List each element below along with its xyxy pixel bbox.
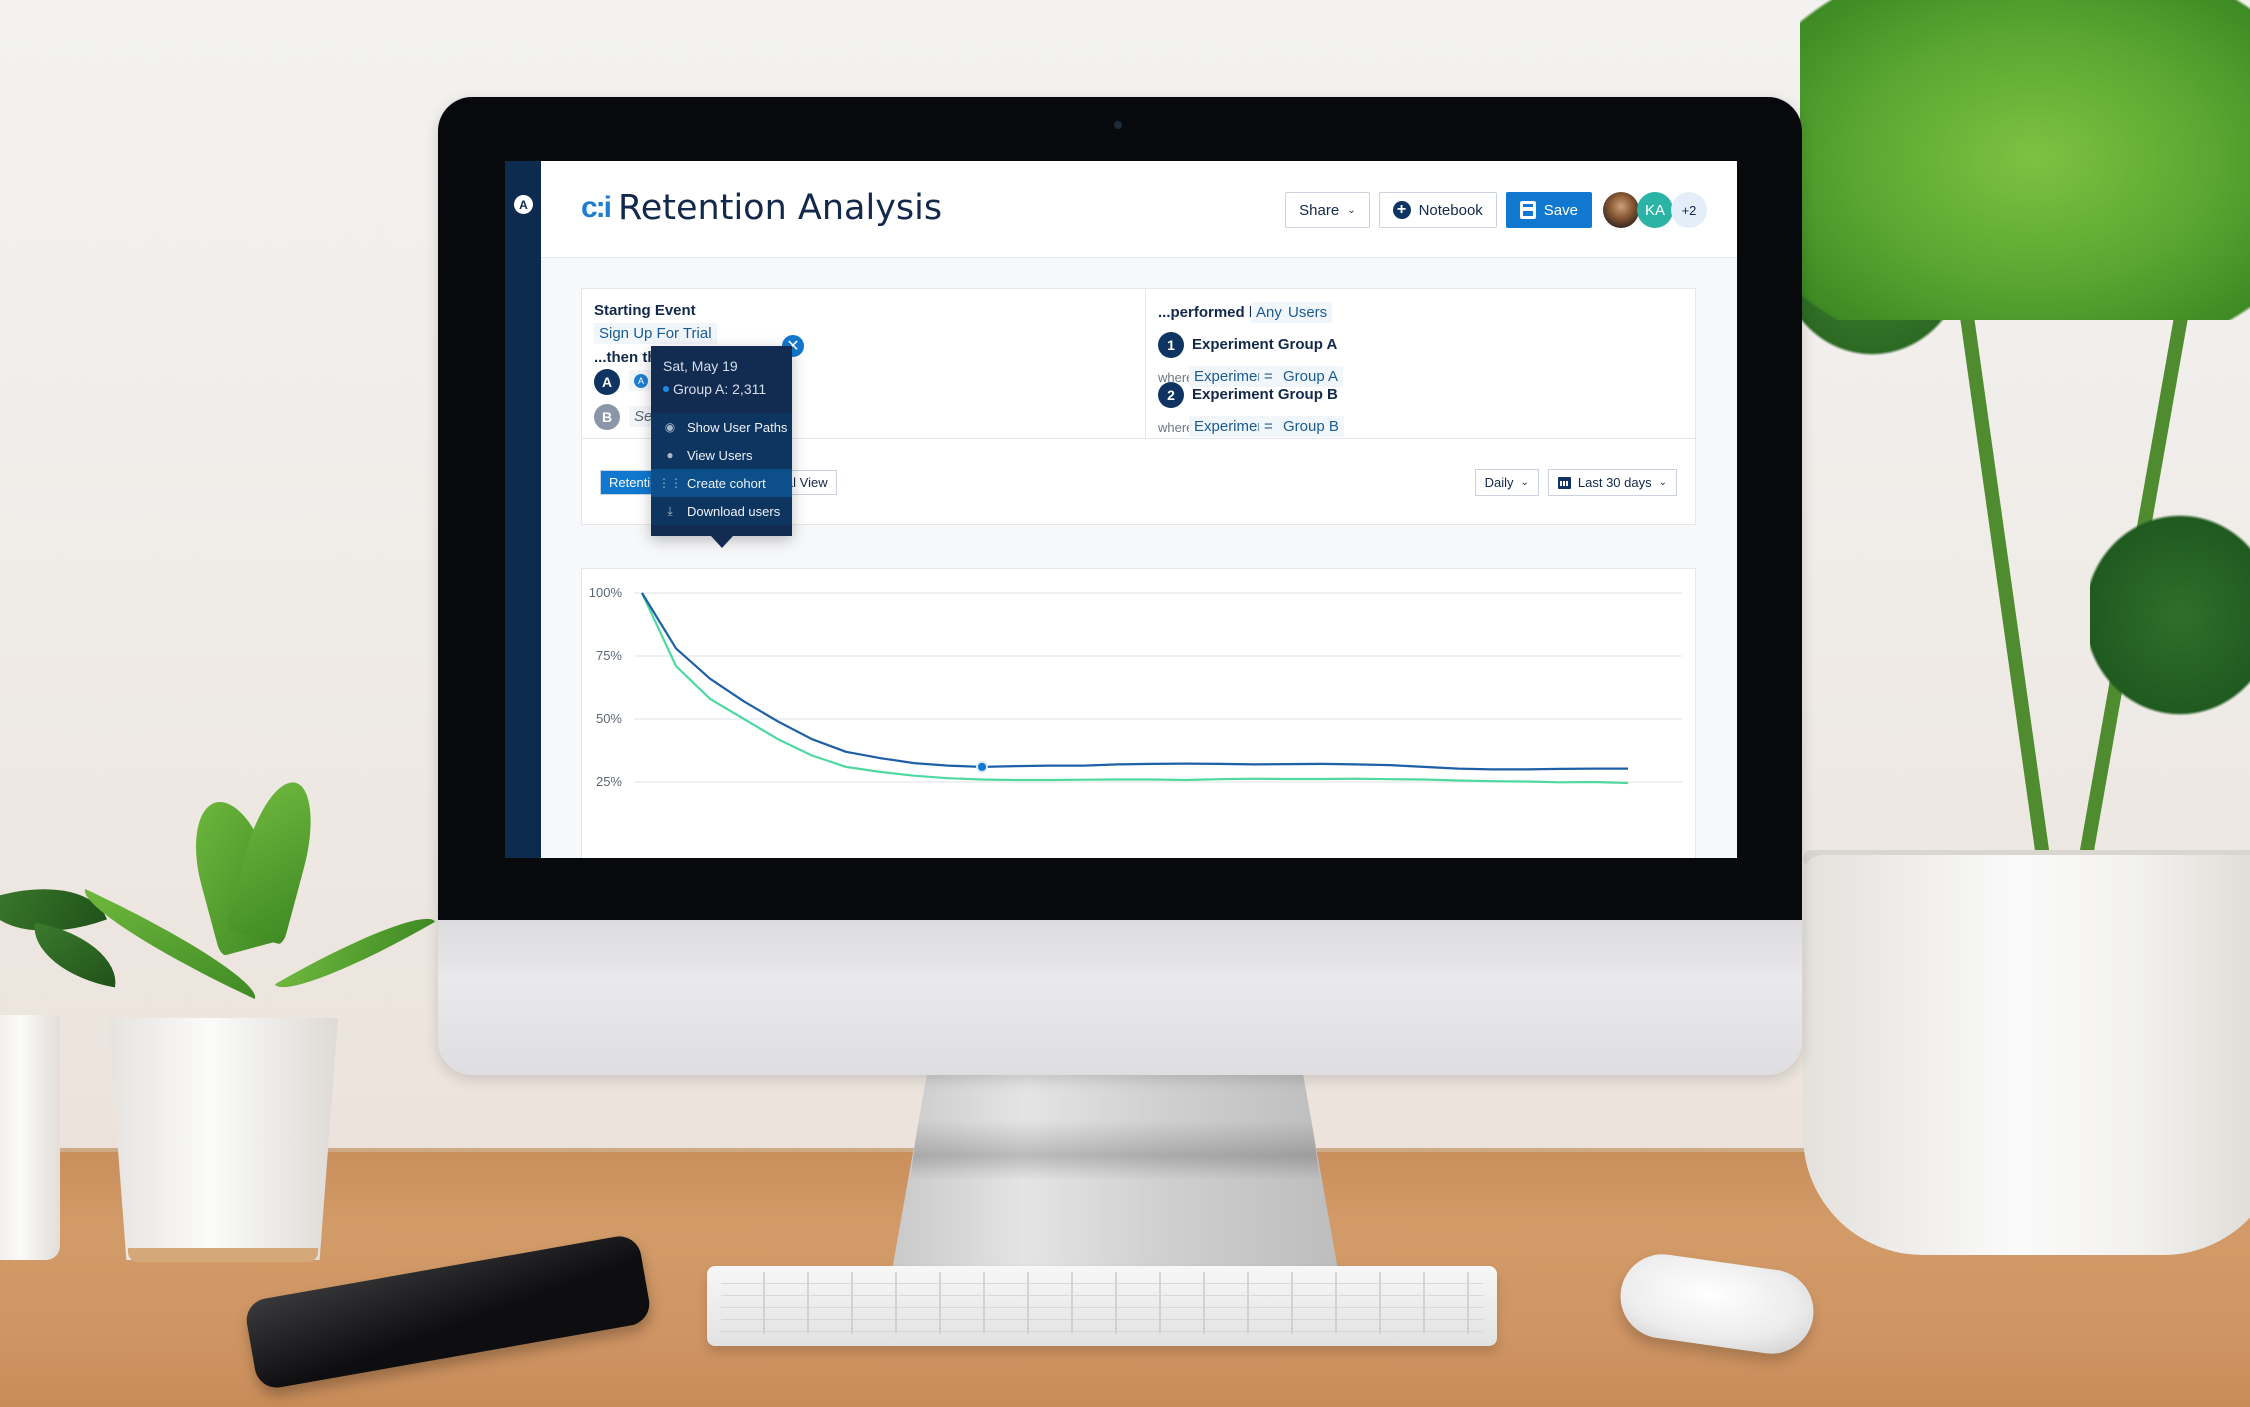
title-wrap: c:i Retention Analysis (581, 188, 942, 228)
monitor-chin (438, 920, 1802, 1075)
segment-operator-1[interactable]: = (1259, 366, 1278, 387)
create-cohort-item[interactable]: ⋮⋮ Create cohort (651, 469, 792, 497)
interval-dropdown[interactable]: Daily ⌄ (1474, 469, 1539, 496)
save-icon (1519, 201, 1536, 219)
y-tick-label: 25% (596, 774, 622, 789)
save-button[interactable]: Save (1505, 192, 1592, 228)
interval-value: Daily (1484, 475, 1514, 490)
menu-item-label: Show User Paths (687, 419, 788, 435)
eye-icon: ◉ (664, 420, 676, 434)
more-avatars-badge[interactable]: +2 (1671, 192, 1707, 228)
performed-by-users-selector[interactable]: Users (1283, 302, 1333, 323)
share-label: Share (1299, 201, 1340, 219)
view-users-item[interactable]: ● View Users (651, 441, 792, 469)
chevron-down-icon: ⌄ (1520, 477, 1529, 488)
plant-pot-base (128, 1248, 318, 1262)
retention-chart-svg: 100% 75% 50% 25% (589, 585, 1682, 789)
series-line-group-b[interactable] (641, 592, 1629, 785)
y-tick-label: 75% (596, 648, 622, 663)
menu-item-label: View Users (687, 447, 753, 463)
monitor-stand-shadow (909, 1120, 1321, 1180)
date-range-dropdown[interactable]: Last 30 days ⌄ (1547, 469, 1677, 496)
calendar-icon (1557, 476, 1571, 489)
segment-operator-2-value: = (1264, 418, 1273, 435)
highlighted-data-point[interactable] (978, 762, 986, 771)
monstera-leaf (1800, 0, 2250, 320)
camera-icon (1114, 121, 1122, 129)
tooltip-header: Sat, May 19 Group A: 2,311 (651, 346, 792, 413)
segment-badge-1: 1 (1158, 332, 1184, 358)
app-main: c:i Retention Analysis Share ⌄ + Noteboo… (541, 161, 1737, 858)
avatar[interactable] (1603, 192, 1639, 228)
plant-pot (0, 1015, 60, 1260)
sidebar: A (505, 161, 541, 858)
segment-operator-1-value: = (1264, 368, 1273, 385)
cohort-icon: ⋮⋮ (658, 476, 682, 490)
screen: A c:i Retention Analysis Share ⌄ + Noteb… (505, 161, 1737, 858)
y-tick-label: 100% (589, 585, 623, 600)
tooltip-value: Group A: 2,311 (663, 381, 780, 397)
series-line-group-a[interactable] (641, 592, 1628, 771)
plant-leaf (26, 922, 124, 988)
tooltip-date: Sat, May 19 (663, 358, 738, 374)
plant-pot (108, 1018, 338, 1260)
segment-name-1[interactable]: Experiment Group A (1192, 336, 1337, 353)
segment-definition: ...performed by Any Users 1 Experiment G… (1145, 289, 1695, 438)
menu-item-label: Create cohort (687, 475, 766, 491)
chevron-down-icon: ⌄ (1658, 477, 1667, 488)
tooltip-arrow (711, 536, 733, 548)
show-user-paths-item[interactable]: ◉ Show User Paths (651, 413, 792, 441)
retention-chart: 100% 75% 50% 25% (581, 568, 1696, 858)
series-dot-icon (663, 386, 669, 392)
starting-event-label: Starting Event (594, 302, 696, 319)
chevron-down-icon: ⌄ (1347, 204, 1356, 216)
performed-by-users: Users (1288, 304, 1328, 321)
chart-controls: Daily ⌄ Last 30 days ⌄ (1474, 469, 1677, 496)
return-event-badge-b: B (594, 404, 620, 430)
data-point-tooltip: Sat, May 19 Group A: 2,311 ◉ Show User P… (651, 346, 792, 548)
avatar[interactable]: KA (1637, 192, 1673, 228)
amplitude-logo-icon: A (634, 373, 648, 388)
keyboard (707, 1266, 1497, 1346)
segment-value-2-value: Group B (1283, 418, 1339, 435)
page-title: Retention Analysis (618, 188, 943, 228)
save-label: Save (1543, 201, 1578, 219)
header-actions: Share ⌄ + Notebook Save KA +2 (1285, 192, 1707, 228)
download-users-item[interactable]: ⤓ Download users (651, 497, 792, 525)
share-button[interactable]: Share ⌄ (1285, 192, 1370, 228)
y-tick-label: 50% (596, 711, 622, 726)
plus-circle-icon: + (1392, 201, 1411, 219)
date-range-value: Last 30 days (1577, 475, 1652, 490)
segment-value-1[interactable]: Group A (1278, 366, 1344, 387)
tooltip-value-text: Group A: 2,311 (673, 381, 767, 397)
keyboard-keys (721, 1272, 1483, 1334)
performed-by-any: Any (1256, 304, 1282, 321)
tooltip-footer (651, 525, 792, 536)
segment-badge-2: 2 (1158, 382, 1184, 408)
page-header: c:i Retention Analysis Share ⌄ + Noteboo… (541, 161, 1737, 258)
segment-name-2[interactable]: Experiment Group B (1192, 386, 1338, 403)
plant-pot (1803, 855, 2250, 1255)
starting-event-value: Sign Up For Trial (599, 325, 712, 342)
plant-leaf (274, 899, 436, 1007)
app-logo-icon[interactable]: A (514, 195, 533, 214)
return-event-badge-a: A (594, 369, 620, 395)
performed-by-any-selector[interactable]: Any (1251, 302, 1287, 323)
download-icon: ⤓ (667, 503, 673, 518)
monstera-leaf (2090, 500, 2250, 730)
segment-operator-2[interactable]: = (1259, 416, 1278, 437)
starting-event-selector[interactable]: Sign Up For Trial (594, 323, 717, 344)
segment-value-1-value: Group A (1283, 368, 1339, 385)
collaborator-avatars: KA +2 (1603, 192, 1707, 228)
notebook-button[interactable]: + Notebook (1378, 192, 1497, 228)
notebook-label: Notebook (1418, 201, 1483, 219)
retention-chart-icon: c:i (581, 191, 612, 224)
user-icon: ● (666, 448, 674, 462)
menu-item-label: Download users (687, 503, 781, 519)
segment-value-2[interactable]: Group B (1278, 416, 1344, 437)
